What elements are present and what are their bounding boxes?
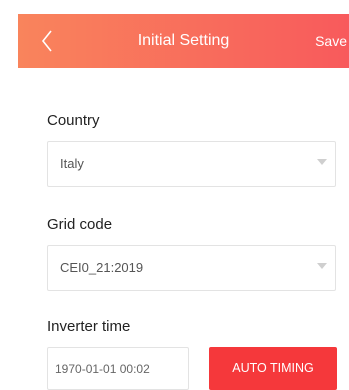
country-label: Country	[47, 112, 100, 129]
page-title: Initial Setting	[137, 32, 230, 49]
grid-code-label: Grid code	[47, 216, 113, 233]
inverter-time-label: Inverter time	[47, 318, 131, 335]
caret-down-icon	[317, 263, 327, 269]
auto-timing-button[interactable]: AUTO TIMING	[209, 347, 337, 390]
country-value: Italy	[60, 156, 84, 171]
country-select[interactable]: Italy	[47, 141, 336, 187]
grid-code-select[interactable]: CEI0_21:2019	[47, 245, 336, 291]
app-header: Initial Setting Save	[18, 14, 349, 68]
inverter-time-value: 1970-01-01 00:02	[55, 362, 150, 376]
save-button[interactable]: Save	[315, 14, 349, 68]
inverter-time-field[interactable]: 1970-01-01 00:02	[47, 347, 189, 390]
grid-code-value: CEI0_21:2019	[60, 260, 144, 275]
caret-down-icon	[317, 159, 327, 165]
